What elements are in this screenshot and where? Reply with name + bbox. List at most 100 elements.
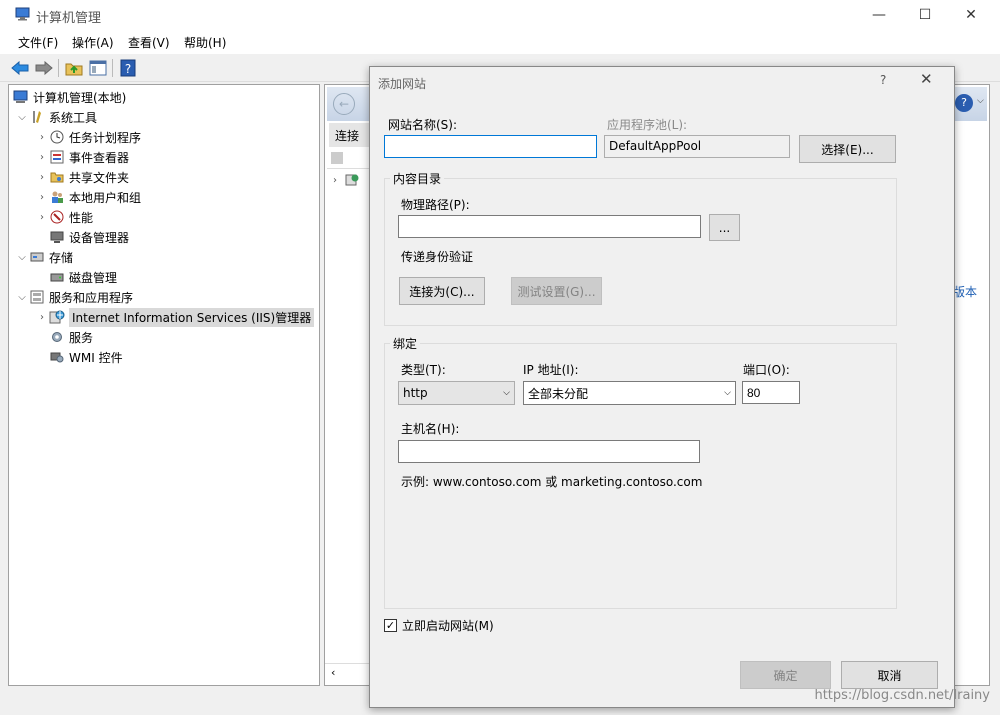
ip-address-label: IP 地址(I):: [523, 363, 579, 377]
computer-management-icon: [13, 89, 29, 105]
content-directory-title: 内容目录: [390, 170, 445, 187]
tree-item-disk-management[interactable]: 磁盘管理: [9, 267, 319, 287]
computer-management-icon: [15, 7, 31, 21]
iis-icon: [49, 309, 65, 325]
chevron-right-icon[interactable]: ›: [35, 172, 49, 183]
ok-button[interactable]: 确定: [740, 661, 831, 689]
chevron-down-icon: ⌵: [503, 388, 510, 398]
browse-path-button[interactable]: ...: [709, 214, 740, 241]
tree-item-task-scheduler[interactable]: › 任务计划程序: [9, 127, 319, 147]
chevron-down-icon[interactable]: ⌵: [15, 252, 29, 263]
tree-item-wmi[interactable]: WMI 控件: [9, 347, 319, 367]
tree-item-local-users[interactable]: › 本地用户和组: [9, 187, 319, 207]
tree-item-shared-folders[interactable]: › 共享文件夹: [9, 167, 319, 187]
clock-icon: [49, 129, 65, 145]
start-site-option[interactable]: ✓ 立即启动网站(M): [384, 617, 494, 634]
start-site-checkbox[interactable]: ✓: [384, 619, 397, 632]
app-pool-label: 应用程序池(L):: [607, 118, 688, 132]
test-settings-button[interactable]: 测试设置(G)...: [511, 277, 602, 305]
dialog-help-button[interactable]: ?: [880, 73, 886, 87]
menu-view[interactable]: 查看(V): [128, 34, 170, 51]
iis-help-icon[interactable]: ?: [955, 94, 973, 112]
iis-back-icon[interactable]: ←: [333, 93, 355, 115]
connect-as-button[interactable]: 连接为(C)...: [399, 277, 485, 305]
dialog-close-button[interactable]: ✕: [920, 70, 933, 88]
chevron-right-icon[interactable]: ›: [35, 152, 49, 163]
tree-item-performance[interactable]: › 性能: [9, 207, 319, 227]
window-title: 计算机管理: [36, 11, 102, 26]
type-select-value: http: [403, 386, 428, 400]
gear-icon: [49, 329, 65, 345]
cancel-button[interactable]: 取消: [841, 661, 938, 689]
services-apps-icon: [29, 289, 45, 305]
shared-folder-icon: [49, 169, 65, 185]
device-manager-icon: [49, 229, 65, 245]
menu-file[interactable]: 文件(F): [18, 34, 58, 51]
maximize-button[interactable]: ☐: [902, 0, 948, 30]
title-bar: 计算机管理 — ☐ ✕: [0, 0, 1000, 30]
site-name-label: 网站名称(S):: [388, 118, 458, 132]
host-name-input[interactable]: [398, 440, 700, 463]
binding-title: 绑定: [390, 335, 421, 352]
dialog-title: 添加网站: [378, 77, 427, 91]
menu-help[interactable]: 帮助(H): [184, 34, 226, 51]
port-input[interactable]: [742, 381, 800, 404]
type-select[interactable]: http ⌵: [398, 381, 515, 405]
chevron-down-icon: ⌵: [724, 388, 731, 398]
tree-item-iis-manager[interactable]: › Internet Information Services (IIS)管理器: [9, 307, 319, 327]
close-button[interactable]: ✕: [948, 0, 994, 30]
app-pool-field: DefaultAppPool: [604, 135, 790, 158]
tree-item-system-tools[interactable]: ⌵ 系统工具: [9, 107, 319, 127]
pass-through-auth-label: 传递身份验证: [401, 250, 474, 264]
performance-icon: [49, 209, 65, 225]
scroll-left-arrow[interactable]: ‹: [325, 663, 370, 683]
tree-panel: 计算机管理(本地) ⌵ 系统工具 › 任务计划程序 › 事件查看器 › 共享文件…: [8, 84, 320, 686]
menu-bar: 文件(F) 操作(A) 查看(V) 帮助(H): [0, 30, 1000, 54]
back-arrow-icon[interactable]: [10, 58, 30, 78]
tree-item-event-viewer[interactable]: › 事件查看器: [9, 147, 319, 167]
side-link[interactable]: 版本: [953, 283, 977, 300]
chevron-down-icon[interactable]: ⌵: [15, 112, 29, 123]
tree-item-device-manager[interactable]: 设备管理器: [9, 227, 319, 247]
minimize-button[interactable]: —: [856, 0, 902, 30]
select-app-pool-button[interactable]: 选择(E)...: [799, 135, 896, 163]
chevron-right-icon[interactable]: ›: [35, 132, 49, 143]
svg-text:?: ?: [125, 62, 131, 76]
host-name-label: 主机名(H):: [401, 422, 460, 436]
watermark: https://blog.csdn.net/lrainy: [814, 688, 990, 703]
tools-icon: [29, 109, 45, 125]
storage-icon: [29, 249, 45, 265]
server-node-icon[interactable]: [345, 173, 361, 187]
tree-item-storage[interactable]: ⌵ 存储: [9, 247, 319, 267]
tree-item-services[interactable]: 服务: [9, 327, 319, 347]
add-website-dialog: 添加网站 ? ✕ 网站名称(S): 应用程序池(L): DefaultAppPo…: [369, 66, 955, 708]
physical-path-label: 物理路径(P):: [401, 198, 470, 212]
show-hide-tree-icon[interactable]: [88, 58, 108, 78]
physical-path-input[interactable]: [398, 215, 701, 238]
type-label: 类型(T):: [401, 363, 446, 377]
port-label: 端口(O):: [743, 363, 790, 377]
wmi-icon: [49, 349, 65, 365]
event-viewer-icon: [49, 149, 65, 165]
up-folder-icon[interactable]: [64, 58, 84, 78]
chevron-right-icon[interactable]: ›: [333, 175, 337, 186]
chevron-down-icon[interactable]: ⌵: [977, 96, 984, 106]
disk-icon: [49, 269, 65, 285]
ip-address-value: 全部未分配: [528, 386, 589, 401]
start-site-label: 立即启动网站(M): [402, 619, 494, 633]
chevron-right-icon[interactable]: ›: [35, 192, 49, 203]
help-icon[interactable]: ?: [118, 58, 138, 78]
users-icon: [49, 189, 65, 205]
forward-arrow-icon[interactable]: [34, 58, 54, 78]
example-text: 示例: www.contoso.com 或 marketing.contoso.…: [401, 475, 703, 489]
chevron-down-icon[interactable]: ⌵: [15, 292, 29, 303]
connections-toolbar: [327, 149, 369, 169]
tree-root[interactable]: 计算机管理(本地): [9, 87, 319, 107]
chevron-right-icon[interactable]: ›: [35, 212, 49, 223]
chevron-right-icon[interactable]: ›: [35, 312, 49, 323]
menu-action[interactable]: 操作(A): [72, 34, 114, 51]
tree-item-services-apps[interactable]: ⌵ 服务和应用程序: [9, 287, 319, 307]
connect-icon[interactable]: [331, 152, 343, 164]
site-name-input[interactable]: [384, 135, 597, 158]
ip-address-select[interactable]: 全部未分配 ⌵: [523, 381, 736, 405]
